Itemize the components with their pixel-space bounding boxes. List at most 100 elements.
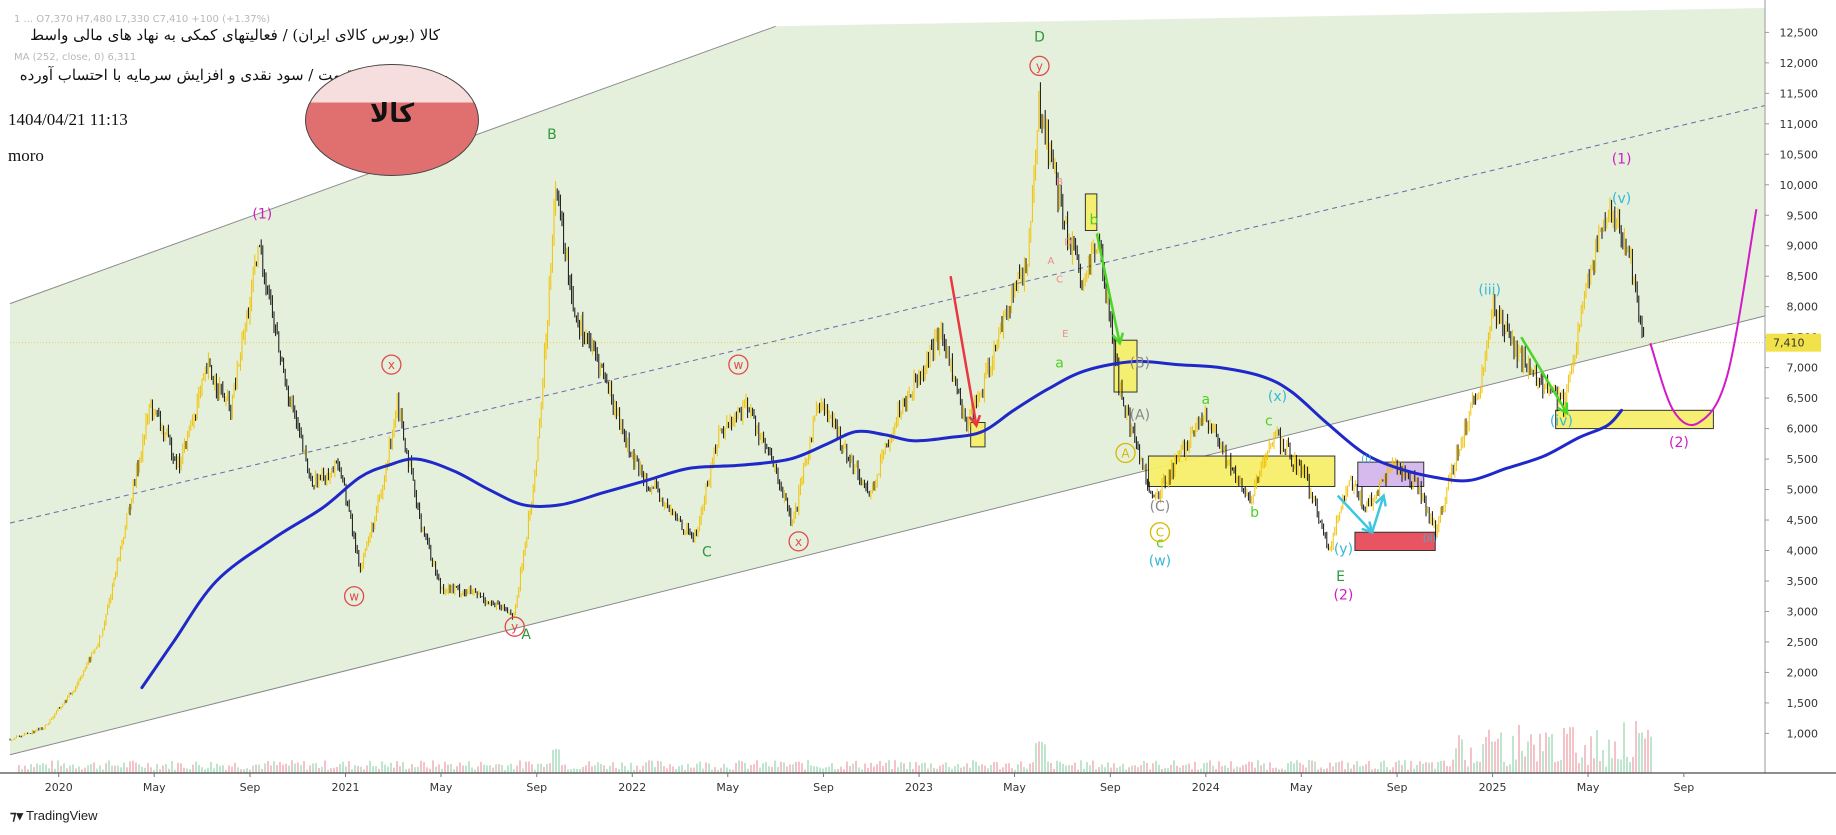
volume-bar xyxy=(435,766,437,773)
time-tick-label: 2025 xyxy=(1479,781,1507,794)
volume-bar xyxy=(396,761,398,773)
volume-bar xyxy=(387,766,389,773)
volume-bar xyxy=(1404,760,1406,773)
volume-bar xyxy=(1242,765,1244,773)
volume-bar xyxy=(1341,760,1343,773)
volume-bar xyxy=(555,748,557,773)
volume-bar xyxy=(333,767,335,773)
volume-bar xyxy=(54,768,56,773)
volume-bar xyxy=(1254,767,1256,773)
time-tick-label: May xyxy=(1290,781,1313,794)
volume-bar xyxy=(24,765,26,773)
author-name: moro xyxy=(8,146,44,165)
volume-bar xyxy=(384,764,386,773)
volume-bar xyxy=(552,749,554,773)
volume-bar xyxy=(1539,733,1541,773)
volume-bar xyxy=(549,763,551,773)
volume-bar xyxy=(264,763,266,773)
price-tick-label: 6,500 xyxy=(1787,392,1819,405)
volume-bar xyxy=(1203,763,1205,773)
volume-bar xyxy=(1146,762,1148,773)
volume-bar xyxy=(108,760,110,773)
volume-bar xyxy=(1044,744,1046,773)
volume-bar xyxy=(873,766,875,773)
volume-bar xyxy=(966,763,968,773)
volume-bar xyxy=(150,767,152,773)
volume-bar xyxy=(1233,768,1235,773)
volume-bar xyxy=(207,767,209,773)
volume-bar xyxy=(450,763,452,773)
volume-bar xyxy=(126,767,128,773)
volume-bar xyxy=(1017,764,1019,773)
volume-bar xyxy=(822,768,824,773)
volume-bar xyxy=(930,763,932,773)
wave-label: a xyxy=(1202,392,1211,408)
wave-label: (iii) xyxy=(1478,282,1501,298)
price-chart[interactable]: (1)BD(1)(v)(iii)(iv)(x)(w)(y)(2)(2)EACaa… xyxy=(0,0,1836,835)
volume-bar xyxy=(1551,733,1553,773)
tradingview-branding[interactable]: ⁊▾ TradingView xyxy=(10,808,98,824)
volume-bar xyxy=(1608,739,1610,773)
volume-bar xyxy=(1161,768,1163,773)
volume-bar xyxy=(1458,735,1460,773)
volume-bar xyxy=(993,761,995,773)
volume-bar xyxy=(465,765,467,773)
volume-bar xyxy=(1494,741,1496,773)
volume-bar xyxy=(894,760,896,773)
volume-bar xyxy=(1497,738,1499,773)
time-tick-label: 2021 xyxy=(332,781,360,794)
volume-bar xyxy=(69,765,71,773)
volume-bar xyxy=(135,762,137,773)
volume-bar xyxy=(840,766,842,773)
volume-bar xyxy=(459,762,461,773)
volume-bar xyxy=(969,767,971,773)
price-tick-label: 10,000 xyxy=(1780,179,1819,192)
volume-bar xyxy=(1299,762,1301,773)
volume-bar xyxy=(456,766,458,773)
volume-bar xyxy=(1209,760,1211,773)
volume-bar xyxy=(813,766,815,773)
volume-bar xyxy=(528,761,530,773)
volume-bar xyxy=(357,765,359,773)
small-wave-label: (ii) xyxy=(1423,533,1436,544)
wave-label: b xyxy=(1090,212,1099,228)
volume-bar xyxy=(171,761,173,773)
volume-bar xyxy=(933,767,935,773)
volume-bar xyxy=(1419,761,1421,773)
volume-bar xyxy=(594,765,596,773)
volume-bar xyxy=(744,762,746,773)
volume-bar xyxy=(1263,763,1265,773)
volume-bar xyxy=(303,761,305,773)
volume-bar xyxy=(129,761,131,773)
volume-bar xyxy=(864,763,866,773)
volume-bar xyxy=(300,764,302,773)
volume-bar xyxy=(51,760,53,773)
volume-bar xyxy=(564,764,566,773)
wave-label: (C) xyxy=(1150,499,1171,515)
volume-bar xyxy=(1074,762,1076,773)
volume-bar xyxy=(462,765,464,773)
volume-bar xyxy=(582,766,584,773)
volume-bar xyxy=(261,768,263,773)
volume-bar xyxy=(48,768,50,773)
volume-bar xyxy=(903,763,905,773)
time-tick-label: May xyxy=(1003,781,1026,794)
volume-bar xyxy=(228,765,230,773)
volume-bar xyxy=(1602,750,1604,773)
volume-bar xyxy=(825,767,827,773)
volume-bar xyxy=(1599,761,1601,773)
volume-bar xyxy=(393,767,395,773)
time-tick-label: May xyxy=(143,781,166,794)
volume-bar xyxy=(1524,756,1526,773)
volume-bar xyxy=(708,763,710,773)
volume-bar xyxy=(57,760,59,773)
wave-label: C xyxy=(702,545,712,561)
volume-bar xyxy=(918,765,920,773)
volume-bar xyxy=(573,768,575,773)
volume-bar xyxy=(597,762,599,773)
volume-bar xyxy=(252,765,254,773)
volume-bar xyxy=(1338,761,1340,773)
volume-bar xyxy=(1521,750,1523,773)
symbol-logo: کالا xyxy=(305,64,479,176)
volume-bar xyxy=(378,768,380,773)
